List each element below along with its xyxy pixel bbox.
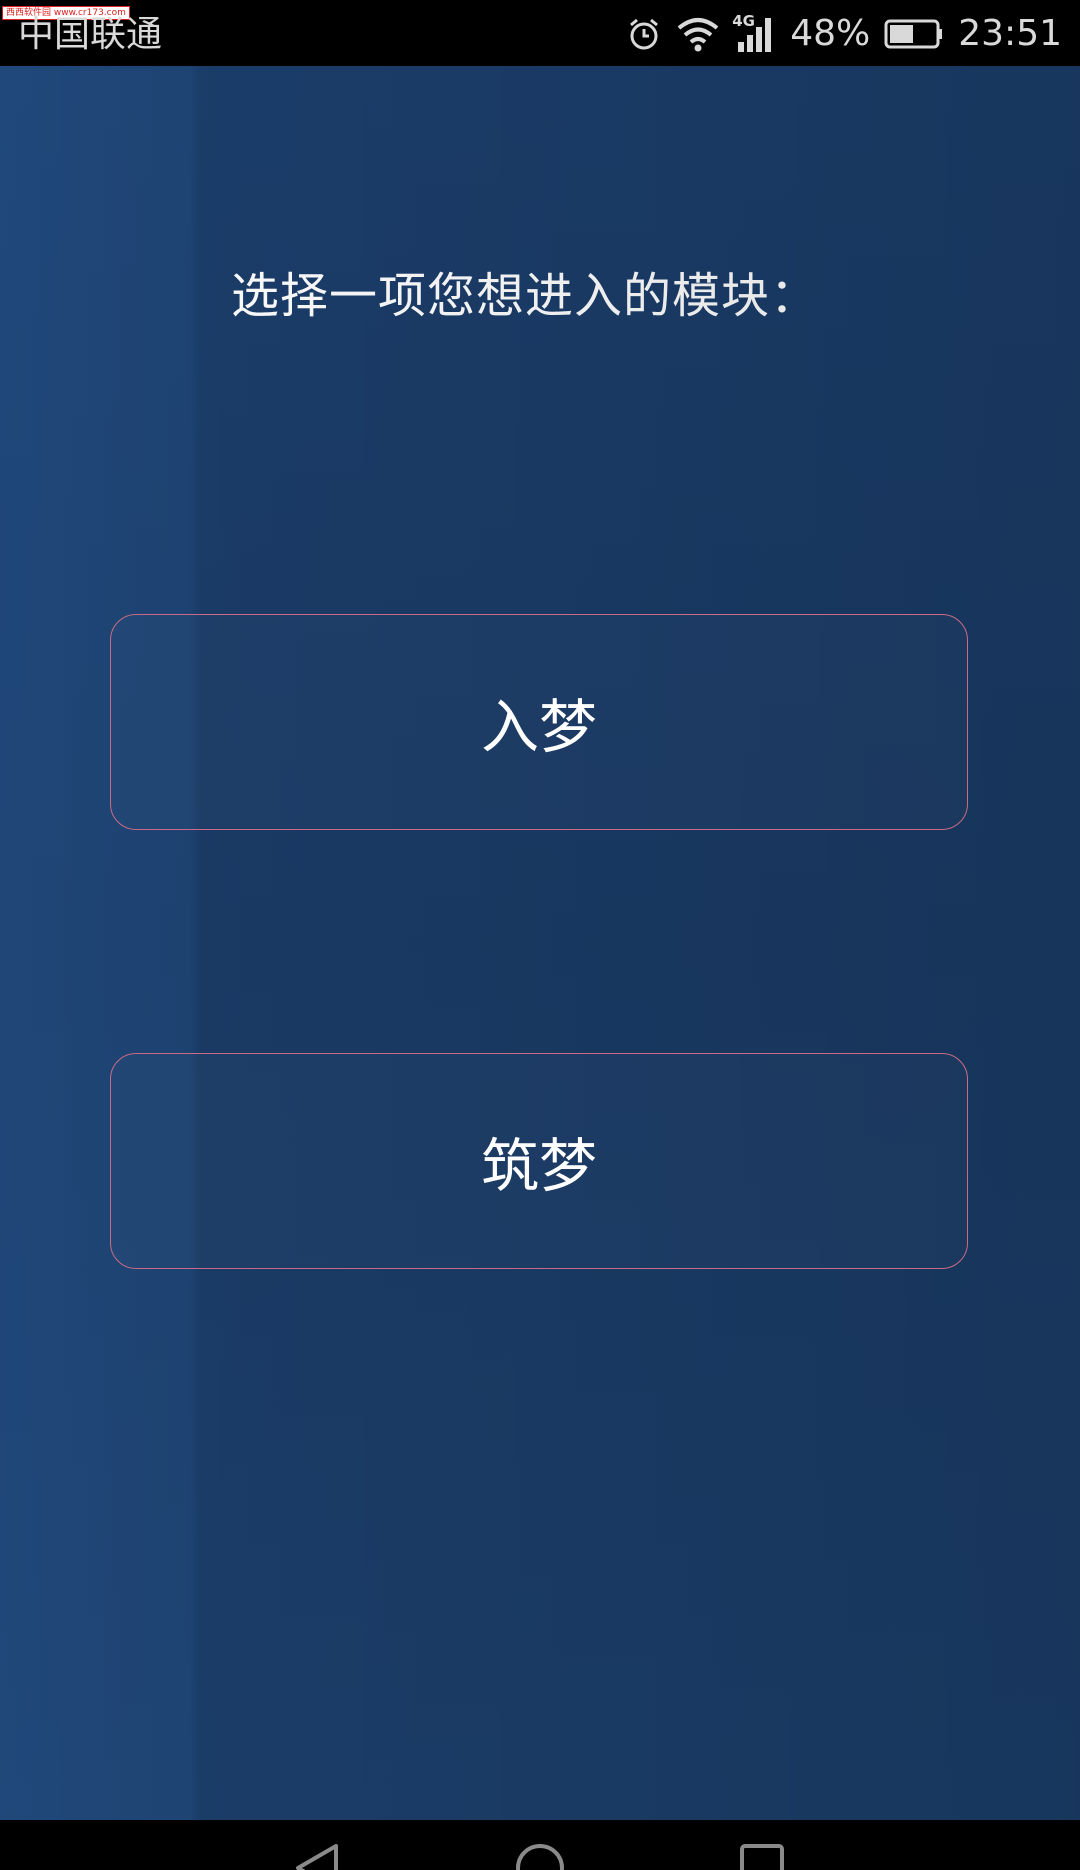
status-bar: 西西软件园 www.cr173.com 中国联通 4G 48% 23:51 (0, 0, 1080, 66)
phone-screen: 西西软件园 www.cr173.com 中国联通 4G 48% 23:51 选择… (0, 0, 1080, 1870)
recent-apps-icon[interactable] (736, 1842, 786, 1870)
alarm-icon (626, 16, 662, 52)
status-indicators: 4G 48% 23:51 (626, 8, 1062, 60)
network-type-label: 4G (732, 12, 755, 30)
page-title: 选择一项您想进入的模块： (230, 268, 819, 324)
home-icon[interactable] (512, 1842, 568, 1870)
build-dream-button[interactable]: 筑梦 (110, 1053, 968, 1269)
signal-icon: 4G (732, 12, 776, 54)
clock: 23:51 (958, 13, 1062, 54)
enter-dream-button[interactable]: 入梦 (110, 614, 968, 830)
carrier-name: 中国联通 (18, 14, 163, 55)
wifi-icon (676, 16, 720, 52)
module-selection-screen: 选择一项您想进入的模块： 入梦 筑梦 (0, 66, 1080, 1820)
enter-dream-label: 入梦 (480, 693, 597, 761)
back-icon[interactable] (292, 1842, 342, 1870)
navigation-bar (0, 1820, 1080, 1870)
battery-percent: 48% (790, 13, 871, 54)
battery-icon (884, 18, 944, 50)
build-dream-label: 筑梦 (480, 1132, 597, 1200)
